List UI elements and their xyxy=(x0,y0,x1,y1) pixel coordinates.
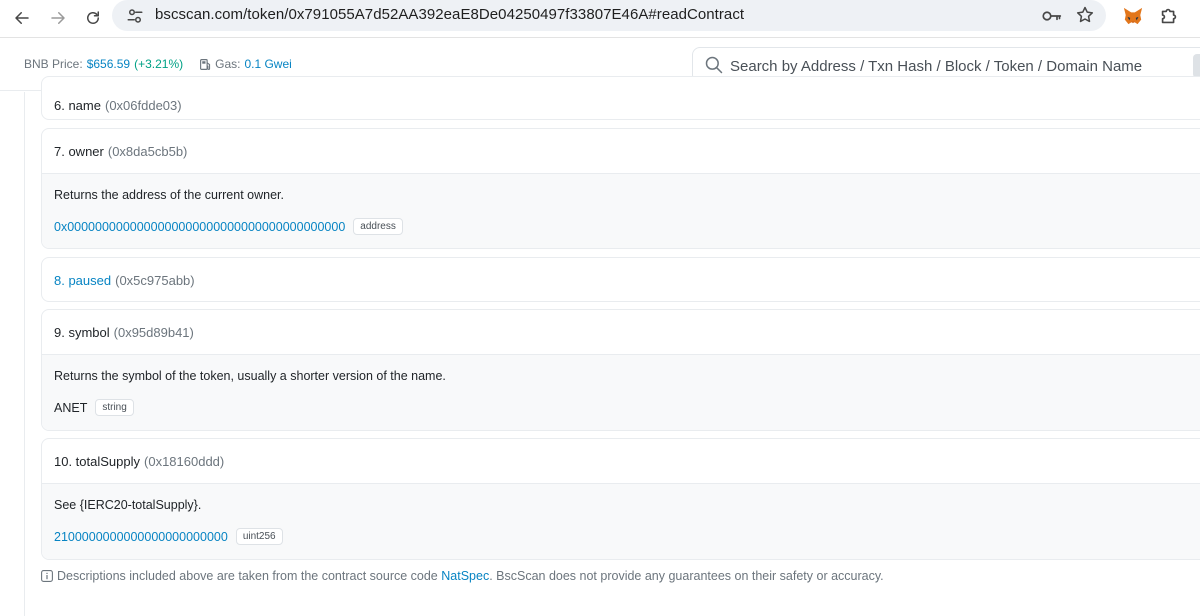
function-selector: (0x8da5cb5b) xyxy=(107,143,188,159)
function-card-totalsupply: 10. totalSupply (0x18160ddd) See {IERC20… xyxy=(41,438,1200,560)
bnb-price-label: BNB Price: xyxy=(24,57,83,71)
function-header[interactable]: 7. owner (0x8da5cb5b) xyxy=(42,129,1200,173)
disclaimer-prefix: Descriptions included above are taken fr… xyxy=(57,569,438,583)
function-body: Returns the symbol of the token, usually… xyxy=(42,354,1200,430)
type-badge: uint256 xyxy=(235,528,283,545)
result-value[interactable]: 0x00000000000000000000000000000000000000… xyxy=(54,220,345,234)
forward-arrow-icon xyxy=(51,12,65,24)
forward-button[interactable] xyxy=(44,4,72,32)
function-header[interactable]: 10. totalSupply (0x18160ddd) xyxy=(42,439,1200,483)
function-result: ANET string xyxy=(54,399,1198,416)
function-card-symbol: 9. symbol (0x95d89b41) Returns the symbo… xyxy=(41,309,1200,431)
function-name[interactable]: 8. paused xyxy=(54,273,111,288)
browser-toolbar: bscscan.com/token/0x791055A7d52AA392eaE8… xyxy=(0,0,1200,38)
natspec-disclaimer: Descriptions included above are taken fr… xyxy=(41,569,884,583)
function-description: Returns the address of the current owner… xyxy=(54,188,284,202)
site-settings-icon[interactable] xyxy=(126,7,144,25)
url-text[interactable]: bscscan.com/token/0x791055A7d52AA392eaE8… xyxy=(155,6,744,23)
info-icon xyxy=(41,570,53,582)
metamask-fox-icon[interactable] xyxy=(1122,6,1144,26)
function-result: 0x00000000000000000000000000000000000000… xyxy=(54,218,1198,235)
gas-pump-icon xyxy=(200,58,211,70)
function-selector: (0x06fdde03) xyxy=(104,97,182,113)
function-result: 2100000000000000000000000 uint256 xyxy=(54,528,1198,545)
result-value[interactable]: 2100000000000000000000000 xyxy=(54,530,228,544)
function-name: 9. symbol xyxy=(54,324,110,340)
read-contract-panel: 6. name (0x06fdde03) 7. owner (0x8da5cb5… xyxy=(24,76,1200,616)
search-shortcut-key xyxy=(1193,54,1200,78)
search-icon xyxy=(705,56,723,74)
function-card-paused: 8. paused (0x5c975abb) xyxy=(41,257,1200,302)
function-description: Returns the symbol of the token, usually… xyxy=(54,369,446,383)
gas-value[interactable]: 0.1 Gwei xyxy=(244,57,291,71)
address-bar[interactable]: bscscan.com/token/0x791055A7d52AA392eaE8… xyxy=(112,0,1106,31)
reload-icon xyxy=(87,11,99,24)
function-body: See {IERC20-totalSupply}. 21000000000000… xyxy=(42,483,1200,559)
function-name: 7. owner xyxy=(54,143,104,159)
function-header[interactable]: 8. paused (0x5c975abb) xyxy=(42,258,1200,301)
function-selector: (0x18160ddd) xyxy=(144,453,225,469)
bookmark-star-icon[interactable] xyxy=(1075,5,1095,25)
bnb-price-value[interactable]: $656.59 xyxy=(87,57,130,71)
type-badge: address xyxy=(353,218,403,235)
result-value: ANET xyxy=(54,400,88,415)
search-input[interactable] xyxy=(730,55,1190,77)
function-body: Returns the address of the current owner… xyxy=(42,173,1200,248)
function-name: 6. name xyxy=(54,97,101,113)
function-header[interactable]: 9. symbol (0x95d89b41) xyxy=(42,310,1200,354)
function-selector: (0x95d89b41) xyxy=(113,324,194,340)
function-header[interactable]: 6. name (0x06fdde03) xyxy=(42,77,1200,119)
type-badge: string xyxy=(95,399,134,416)
function-card-owner: 7. owner (0x8da5cb5b) Returns the addres… xyxy=(41,128,1200,249)
natspec-link[interactable]: NatSpec xyxy=(441,569,489,583)
price-bar: BNB Price: $656.59 (+3.21%) Gas: 0.1 Gwe… xyxy=(24,57,292,71)
function-selector: (0x5c975abb) xyxy=(115,272,195,288)
reload-button[interactable] xyxy=(79,4,107,32)
bnb-price-change: (+3.21%) xyxy=(134,57,184,71)
back-arrow-icon xyxy=(15,12,29,24)
function-name: 10. totalSupply xyxy=(54,453,141,469)
gas-label: Gas: xyxy=(215,57,241,71)
function-card-name: 6. name (0x06fdde03) xyxy=(41,76,1200,120)
back-button[interactable] xyxy=(8,4,36,32)
password-key-icon[interactable] xyxy=(1042,7,1062,25)
disclaimer-suffix: . BscScan does not provide any guarantee… xyxy=(489,569,884,583)
function-description: See {IERC20-totalSupply}. xyxy=(54,498,202,512)
extensions-puzzle-icon[interactable] xyxy=(1158,5,1180,27)
